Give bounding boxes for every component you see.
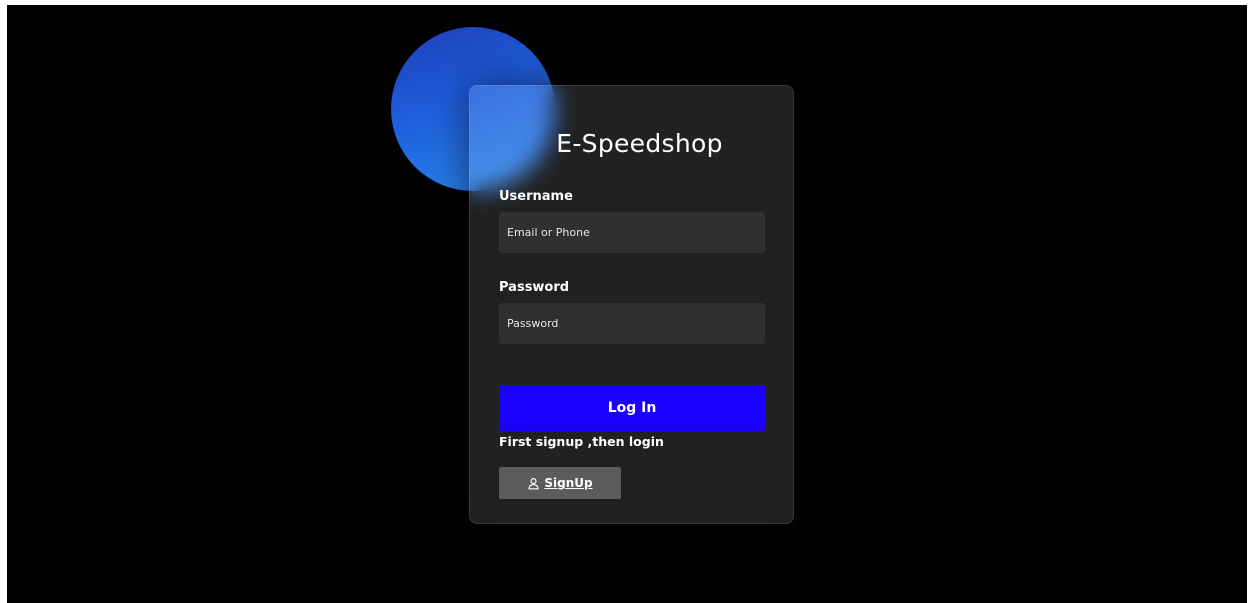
login-button[interactable]: Log In xyxy=(499,385,765,431)
password-input[interactable] xyxy=(499,303,765,344)
password-label: Password xyxy=(499,280,570,295)
app-title: E-Speedshop xyxy=(556,129,723,158)
login-card: E-Speedshop Username Password Log In Fir… xyxy=(469,85,794,524)
page-background: E-Speedshop Username Password Log In Fir… xyxy=(7,5,1247,603)
signup-hint: First signup ,then login xyxy=(499,434,664,449)
username-label: Username xyxy=(499,189,573,204)
username-input[interactable] xyxy=(499,212,765,253)
signup-button[interactable]: SignUp xyxy=(499,467,621,499)
signup-label: SignUp xyxy=(544,476,593,490)
user-icon xyxy=(528,477,539,489)
